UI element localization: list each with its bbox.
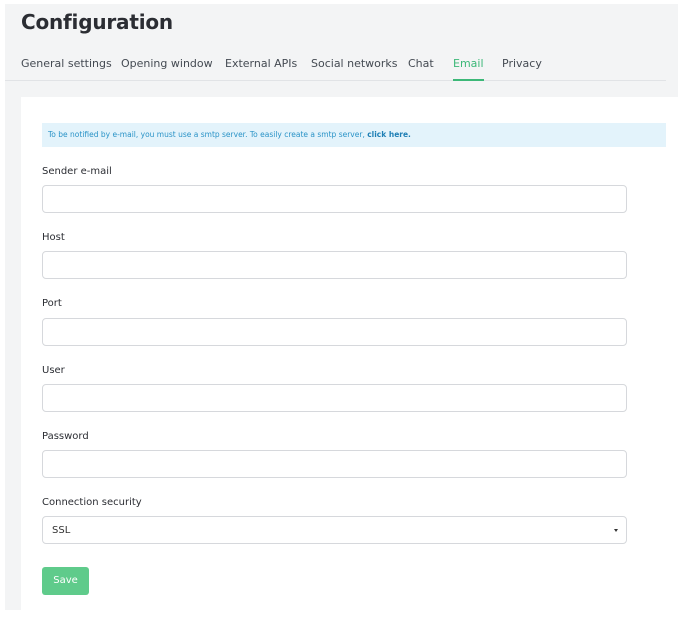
smtp-info-text: To be notified by e-mail, you must use a… [48,130,368,139]
sender-email-label: Sender e-mail [42,166,112,177]
tab-social-networks[interactable]: Social networks [311,55,398,73]
tab-privacy[interactable]: Privacy [502,55,542,73]
tab-opening-window[interactable]: Opening window [121,55,213,73]
save-button[interactable]: Save [42,567,89,595]
port-input[interactable] [42,318,627,346]
tab-email[interactable]: Email [453,55,484,81]
password-label: Password [42,431,89,442]
caret-down-icon [614,529,618,532]
smtp-info-alert: To be notified by e-mail, you must use a… [42,123,666,147]
connection-security-value: SSL [52,525,71,536]
password-input[interactable] [42,450,627,478]
host-input[interactable] [42,251,627,279]
tab-general-settings[interactable]: General settings [21,55,112,73]
create-smtp-link[interactable]: click here. [367,130,411,139]
user-label: User [42,365,65,376]
host-label: Host [42,232,65,243]
tab-chat[interactable]: Chat [408,55,434,73]
page-title: Configuration [21,10,173,34]
connection-security-select[interactable]: SSL [42,516,627,544]
user-input[interactable] [42,384,627,412]
sender-email-input[interactable] [42,185,627,213]
settings-tabs: General settings Opening window External… [5,55,666,81]
tab-external-apis[interactable]: External APIs [225,55,297,73]
port-label: Port [42,298,62,309]
connection-security-label: Connection security [42,497,142,508]
